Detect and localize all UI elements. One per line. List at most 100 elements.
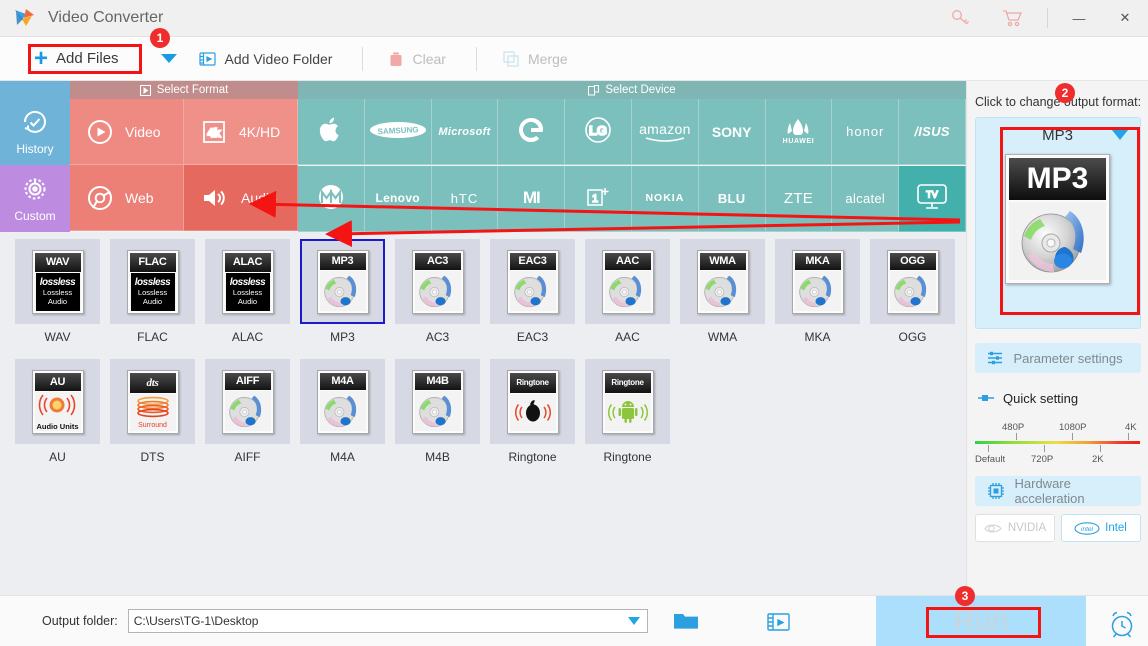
format-tile-aiff[interactable]: AIFF AIFF bbox=[200, 359, 295, 464]
format-tile-box[interactable]: OGG bbox=[870, 239, 955, 324]
key-icon[interactable] bbox=[935, 0, 987, 37]
format-art: Surround bbox=[129, 393, 176, 431]
format-tile-box[interactable]: AAC bbox=[585, 239, 670, 324]
video-folder-icon bbox=[198, 51, 216, 67]
format-tile-box[interactable]: ALAC lossless Lossless Audio bbox=[205, 239, 290, 324]
format-tile-mka[interactable]: MKA MKA bbox=[770, 239, 865, 344]
output-format-box[interactable]: MP3 MP3 bbox=[974, 117, 1141, 329]
device-oneplus[interactable]: 1 bbox=[565, 165, 632, 232]
slider-tick bbox=[1072, 433, 1073, 440]
format-tile-alac[interactable]: ALAC lossless Lossless Audio ALAC bbox=[200, 239, 295, 344]
format-tile-box[interactable]: WMA bbox=[680, 239, 765, 324]
device-alcatel[interactable]: alcatel bbox=[832, 165, 900, 232]
format-tile-mp3[interactable]: MP3 MP3 bbox=[295, 239, 390, 344]
format-tile-dts[interactable]: dts Surround DTS bbox=[105, 359, 200, 464]
device-htc[interactable]: hTC bbox=[431, 165, 499, 232]
format-tile-m4a[interactable]: M4A M4A bbox=[295, 359, 390, 464]
format-tile-eac3[interactable]: EAC3 EAC3 bbox=[485, 239, 580, 344]
format-tile-flac[interactable]: FLAC lossless Lossless Audio FLAC bbox=[105, 239, 200, 344]
hardware-acceleration-button[interactable]: Hardware acceleration bbox=[974, 476, 1141, 506]
format-tile-box[interactable]: WAV lossless Lossless Audio bbox=[15, 239, 100, 324]
run-button[interactable]: Run bbox=[876, 596, 1086, 646]
add-files-dropdown-icon[interactable] bbox=[160, 54, 177, 63]
trash-icon bbox=[389, 51, 403, 67]
format-art bbox=[604, 270, 651, 311]
format-tile-box[interactable]: EAC3 bbox=[490, 239, 575, 324]
merge-button[interactable]: Merge bbox=[503, 51, 568, 67]
format-tile-ringtone[interactable]: Ringtone Ringtone bbox=[580, 359, 675, 464]
format-tile-box[interactable]: MP3 bbox=[300, 239, 385, 324]
format-tile-ogg[interactable]: OGG OGG bbox=[865, 239, 960, 344]
device-samsung[interactable]: SAMSUNG bbox=[364, 99, 432, 165]
alarm-clock-icon[interactable] bbox=[1106, 610, 1138, 641]
4k-icon: 4k bbox=[202, 120, 226, 144]
device-huawei[interactable]: HUAWEI bbox=[765, 99, 833, 165]
cart-icon[interactable] bbox=[987, 0, 1039, 37]
add-video-folder-button[interactable]: Add Video Folder bbox=[198, 51, 332, 67]
media-folder-icon[interactable] bbox=[767, 611, 791, 632]
device-lg[interactable]: LG bbox=[565, 99, 632, 165]
clear-button[interactable]: Clear bbox=[389, 51, 446, 67]
slider-tick bbox=[1128, 433, 1129, 440]
add-files-button[interactable]: + Add Files bbox=[34, 44, 119, 74]
format-tile-box[interactable]: AIFF bbox=[205, 359, 290, 444]
device-microsoft[interactable]: Microsoft bbox=[431, 99, 499, 165]
device-lenovo[interactable]: Lenovo bbox=[364, 165, 432, 232]
format-category-audio[interactable]: Audio bbox=[184, 165, 298, 231]
device-honor[interactable]: honor bbox=[832, 99, 900, 165]
format-tile-wma[interactable]: WMA WMA bbox=[675, 239, 770, 344]
format-tile-box[interactable]: M4A bbox=[300, 359, 385, 444]
format-tile-aac[interactable]: AAC AAC bbox=[580, 239, 675, 344]
format-badge: AIFF bbox=[224, 372, 271, 390]
device-blu[interactable]: BLU bbox=[698, 165, 766, 232]
open-folder-icon[interactable] bbox=[673, 611, 699, 631]
intel-toggle[interactable]: intel Intel bbox=[1060, 514, 1141, 542]
format-tile-m4b[interactable]: M4B M4B bbox=[390, 359, 485, 464]
format-tile-box[interactable]: AU Audio Units bbox=[15, 359, 100, 444]
format-tile-ac3[interactable]: AC3 AC3 bbox=[390, 239, 485, 344]
format-category-web[interactable]: Web bbox=[70, 165, 184, 231]
format-tile-wav[interactable]: WAV lossless Lossless Audio WAV bbox=[10, 239, 105, 344]
format-tile-box[interactable]: MKA bbox=[775, 239, 860, 324]
device-motorola[interactable] bbox=[298, 165, 365, 232]
format-tile-box[interactable]: FLAC lossless Lossless Audio bbox=[110, 239, 195, 324]
format-art bbox=[319, 390, 366, 431]
chevron-down-icon[interactable] bbox=[627, 617, 640, 625]
device-asus[interactable]: /ISUS bbox=[899, 99, 966, 165]
sidebar-item-custom[interactable]: Custom bbox=[0, 165, 70, 232]
device-nokia[interactable]: NOKIA bbox=[631, 165, 699, 232]
format-category-video[interactable]: Video bbox=[70, 99, 184, 165]
format-tile-label: MP3 bbox=[330, 330, 355, 344]
format-tile-box[interactable]: M4B bbox=[395, 359, 480, 444]
nvidia-toggle[interactable]: NVIDIA bbox=[974, 514, 1055, 542]
format-category-4khd[interactable]: 4k 4K/HD bbox=[184, 99, 298, 165]
format-tile-box[interactable]: AC3 bbox=[395, 239, 480, 324]
lossless-sub: Lossless Audio bbox=[42, 288, 73, 306]
format-tile-au[interactable]: AU Audio Units AU bbox=[10, 359, 105, 464]
device-zte[interactable]: ZTE bbox=[765, 165, 833, 232]
output-format-selector[interactable]: MP3 bbox=[976, 118, 1140, 152]
quick-setting-label: Quick setting bbox=[1003, 391, 1079, 406]
device-xiaomi[interactable]: MI bbox=[498, 165, 566, 232]
format-tile-box[interactable]: dts Surround bbox=[110, 359, 195, 444]
device-google[interactable] bbox=[498, 99, 566, 165]
output-folder-input[interactable]: C:\Users\TG-1\Desktop bbox=[127, 609, 648, 633]
device-sony[interactable]: SONY bbox=[698, 99, 766, 165]
slider-label-1080p: 1080P bbox=[1059, 422, 1087, 433]
nokia-logo: NOKIA bbox=[645, 192, 685, 204]
sidebar-item-history[interactable]: History bbox=[0, 99, 70, 165]
quality-slider[interactable]: 480P 1080P 4K Default 720P 2K bbox=[975, 422, 1140, 468]
format-tile-box[interactable]: Ringtone bbox=[490, 359, 575, 444]
format-badge: AC3 bbox=[414, 252, 461, 270]
close-button[interactable]: ✕ bbox=[1102, 0, 1148, 37]
device-amazon[interactable]: amazon bbox=[631, 99, 699, 165]
device-tv[interactable]: TV bbox=[899, 165, 966, 232]
device-apple[interactable] bbox=[298, 99, 365, 165]
minimize-button[interactable]: — bbox=[1056, 0, 1102, 37]
format-file-icon: AIFF bbox=[221, 369, 274, 434]
chevron-down-icon[interactable] bbox=[1111, 130, 1128, 140]
title-bar: Video Converter — ✕ bbox=[0, 0, 1148, 37]
format-tile-box[interactable]: Ringtone bbox=[585, 359, 670, 444]
parameter-settings-button[interactable]: Parameter settings bbox=[974, 343, 1141, 373]
format-tile-ringtone[interactable]: Ringtone Ringtone bbox=[485, 359, 580, 464]
